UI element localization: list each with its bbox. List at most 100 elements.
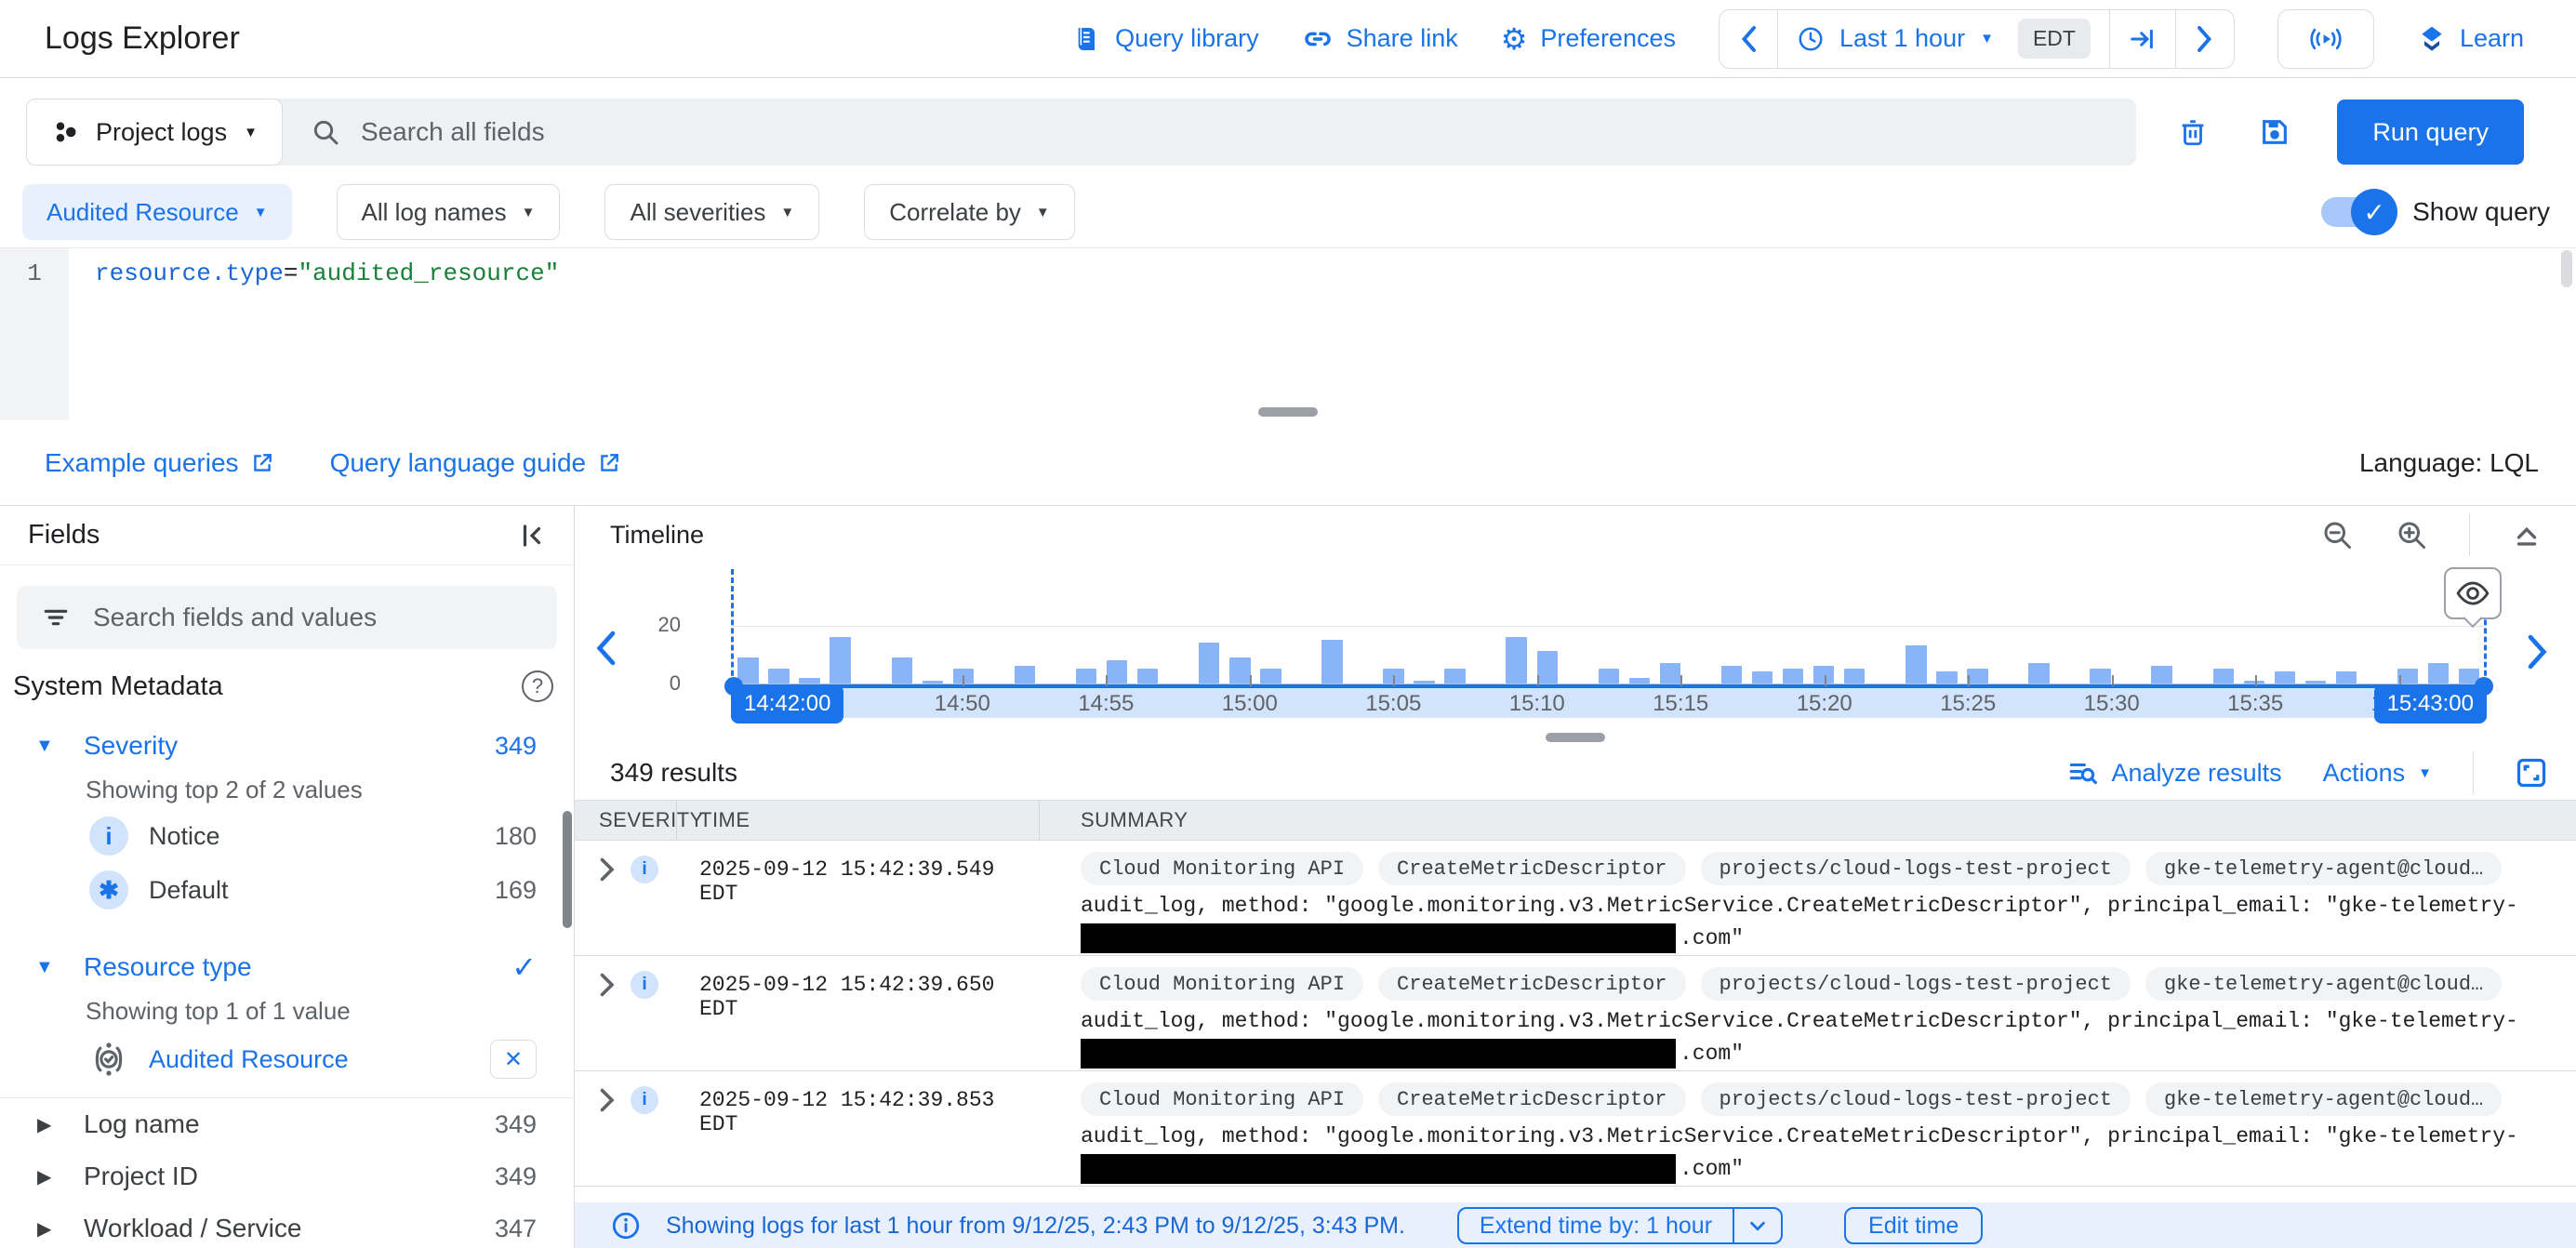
summary-chip[interactable]: CreateMetricDescriptor (1378, 967, 1685, 1001)
external-link-icon (597, 451, 621, 475)
summary-chip[interactable]: Cloud Monitoring API (1081, 1082, 1363, 1116)
severity-group-header[interactable]: ▼ Severity 349 (0, 720, 574, 772)
timezone-badge[interactable]: EDT (2018, 19, 2091, 59)
search-all-fields-input[interactable]: Search all fields (283, 99, 2136, 166)
stream-logs-button[interactable] (2277, 9, 2374, 69)
summary-chip[interactable]: Cloud Monitoring API (1081, 967, 1363, 1001)
timeline-selection-band[interactable]: 14:5014:5515:0015:0515:1015:1515:2015:25… (733, 684, 2485, 718)
share-link-button[interactable]: Share link (1302, 23, 1458, 55)
summary-chip[interactable]: gke-telemetry-agent@cloud… (2145, 1082, 2502, 1116)
severity-value-default[interactable]: ✱ Default 169 (0, 863, 574, 917)
summary-chip[interactable]: projects/cloud-logs-test-project (1701, 967, 2131, 1001)
query-code-line[interactable]: resource.type="audited_resource" (69, 248, 559, 420)
fields-search-placeholder: Search fields and values (93, 603, 377, 632)
show-query-control: ✓ Show query (2321, 197, 2550, 227)
selection-end-handle[interactable] (2475, 677, 2493, 696)
timeline-plot[interactable] (733, 591, 2485, 684)
extend-time-button[interactable]: Extend time by: 1 hour (1457, 1207, 1783, 1244)
log-row[interactable]: i 2025-09-12 15:42:39.853 EDT Cloud Moni… (575, 1071, 2576, 1187)
selection-start-pill[interactable]: 14:42:00 (731, 684, 843, 724)
edit-time-button[interactable]: Edit time (1844, 1207, 1983, 1244)
project-id-group[interactable]: ▶ Project ID 349 (0, 1150, 574, 1202)
y-axis-label-0: 0 (631, 671, 681, 696)
editor-resize-handle[interactable] (1258, 407, 1318, 417)
expand-row-icon[interactable] (597, 856, 616, 883)
column-summary: SUMMARY (1040, 808, 2576, 832)
code-string-token: "audited_resource" (298, 259, 559, 287)
summary-chip[interactable]: projects/cloud-logs-test-project (1701, 852, 2131, 885)
timeline-pan-left-button[interactable] (593, 631, 617, 666)
timeline-pan-right-button[interactable] (2526, 634, 2550, 670)
code-operator-token: = (284, 259, 299, 287)
collapse-panel-icon[interactable] (518, 522, 546, 550)
severities-filter-chip[interactable]: All severities ▼ (604, 184, 819, 240)
toggle-check-icon: ✓ (2351, 189, 2397, 235)
query-language-guide-link[interactable]: Query language guide (330, 448, 622, 478)
fields-search-input[interactable]: Search fields and values (17, 586, 557, 649)
query-library-button[interactable]: Query library (1072, 24, 1259, 54)
selection-end-pill[interactable]: 15:43:00 (2374, 684, 2487, 724)
resource-type-value[interactable]: Audited Resource ✕ (0, 1030, 574, 1088)
summary-chip[interactable]: gke-telemetry-agent@cloud… (2145, 852, 2502, 885)
log-name-group[interactable]: ▶ Log name 349 (0, 1098, 574, 1150)
expand-results-icon[interactable] (2515, 756, 2548, 790)
summary-chip[interactable]: gke-telemetry-agent@cloud… (2145, 967, 2502, 1001)
help-icon[interactable]: ? (522, 670, 553, 702)
learn-button[interactable]: Learn (2417, 24, 2524, 54)
example-queries-link[interactable]: Example queries (45, 448, 274, 478)
summary-chip[interactable]: Cloud Monitoring API (1081, 852, 1363, 885)
resource-type-group-header[interactable]: ▼ Resource type ✓ (0, 941, 574, 993)
log-row[interactable]: i 2025-09-12 15:42:39.549 EDT Cloud Moni… (575, 841, 2576, 956)
results-count: 349 results (610, 758, 737, 788)
workload-service-group[interactable]: ▶ Workload / Service 347 (0, 1202, 574, 1248)
summary-text: audit_log, method: "google.monitoring.v3… (1081, 1009, 2576, 1033)
query-toolbar: Project logs ▼ Search all fields Run que… (0, 78, 2576, 166)
fields-scrollbar[interactable] (563, 811, 572, 928)
expand-row-icon[interactable] (597, 1086, 616, 1114)
query-editor[interactable]: 1 resource.type="audited_resource" (0, 247, 2576, 420)
zoom-out-icon[interactable] (2320, 518, 2354, 551)
time-back-button[interactable] (1720, 10, 1777, 68)
summary-chip[interactable]: CreateMetricDescriptor (1378, 852, 1685, 885)
log-timestamp: 2025-09-12 15:42:39.650 EDT (677, 967, 1040, 1070)
actions-dropdown[interactable]: Actions ▼ (2323, 759, 2432, 788)
resource-filter-chip[interactable]: Audited Resource ▼ (22, 184, 292, 240)
summary-text-suffix: .com" (1680, 926, 1744, 950)
show-query-label: Show query (2412, 197, 2550, 227)
timeline-resize-handle[interactable] (1546, 733, 1605, 742)
time-range-footer: Showing logs for last 1 hour from 9/12/2… (575, 1202, 2576, 1248)
collapse-timeline-icon[interactable] (2511, 519, 2543, 551)
selection-start-handle[interactable] (724, 677, 743, 696)
eye-icon (2455, 579, 2490, 607)
fields-panel: Fields Search fields and values System M… (0, 506, 575, 1248)
editor-gutter: 1 (0, 248, 69, 420)
preferences-button[interactable]: ⚙ Preferences (1501, 24, 1676, 54)
expand-row-icon[interactable] (597, 971, 616, 999)
log-timestamp: 2025-09-12 15:42:39.549 EDT (677, 852, 1040, 955)
jump-to-now-button[interactable] (2109, 10, 2175, 68)
editor-scrollbar[interactable] (2561, 250, 2572, 287)
log-scope-dropdown[interactable]: Project logs ▼ (26, 99, 283, 166)
severity-value-notice[interactable]: i Notice 180 (0, 809, 574, 863)
summary-chip[interactable]: CreateMetricDescriptor (1378, 1082, 1685, 1116)
time-forward-button[interactable] (2175, 10, 2234, 68)
system-metadata-section: System Metadata ? (0, 666, 574, 707)
clear-query-button[interactable] (2168, 107, 2218, 157)
triangle-right-icon: ▶ (37, 1113, 84, 1136)
code-field-token: resource.type (95, 259, 284, 287)
correlate-by-chip[interactable]: Correlate by ▼ (864, 184, 1074, 240)
log-names-filter-chip[interactable]: All log names ▼ (337, 184, 561, 240)
show-query-toggle[interactable]: ✓ (2321, 197, 2390, 227)
time-range-dropdown[interactable]: Last 1 hour ▼ EDT (1777, 10, 2109, 68)
time-range-control: Last 1 hour ▼ EDT (1719, 9, 2235, 69)
remove-filter-button[interactable]: ✕ (490, 1040, 537, 1079)
log-row[interactable]: i 2025-09-12 15:42:39.650 EDT Cloud Moni… (575, 956, 2576, 1071)
zoom-in-icon[interactable] (2395, 518, 2428, 551)
analyze-results-button[interactable]: Analyze results (2067, 757, 2282, 789)
chevron-down-icon[interactable] (1733, 1209, 1781, 1242)
save-query-button[interactable] (2250, 107, 2300, 157)
summary-chip[interactable]: projects/cloud-logs-test-project (1701, 1082, 2131, 1116)
run-query-button[interactable]: Run query (2337, 100, 2524, 165)
external-link-icon (250, 451, 274, 475)
page-title: Logs Explorer (45, 20, 240, 57)
